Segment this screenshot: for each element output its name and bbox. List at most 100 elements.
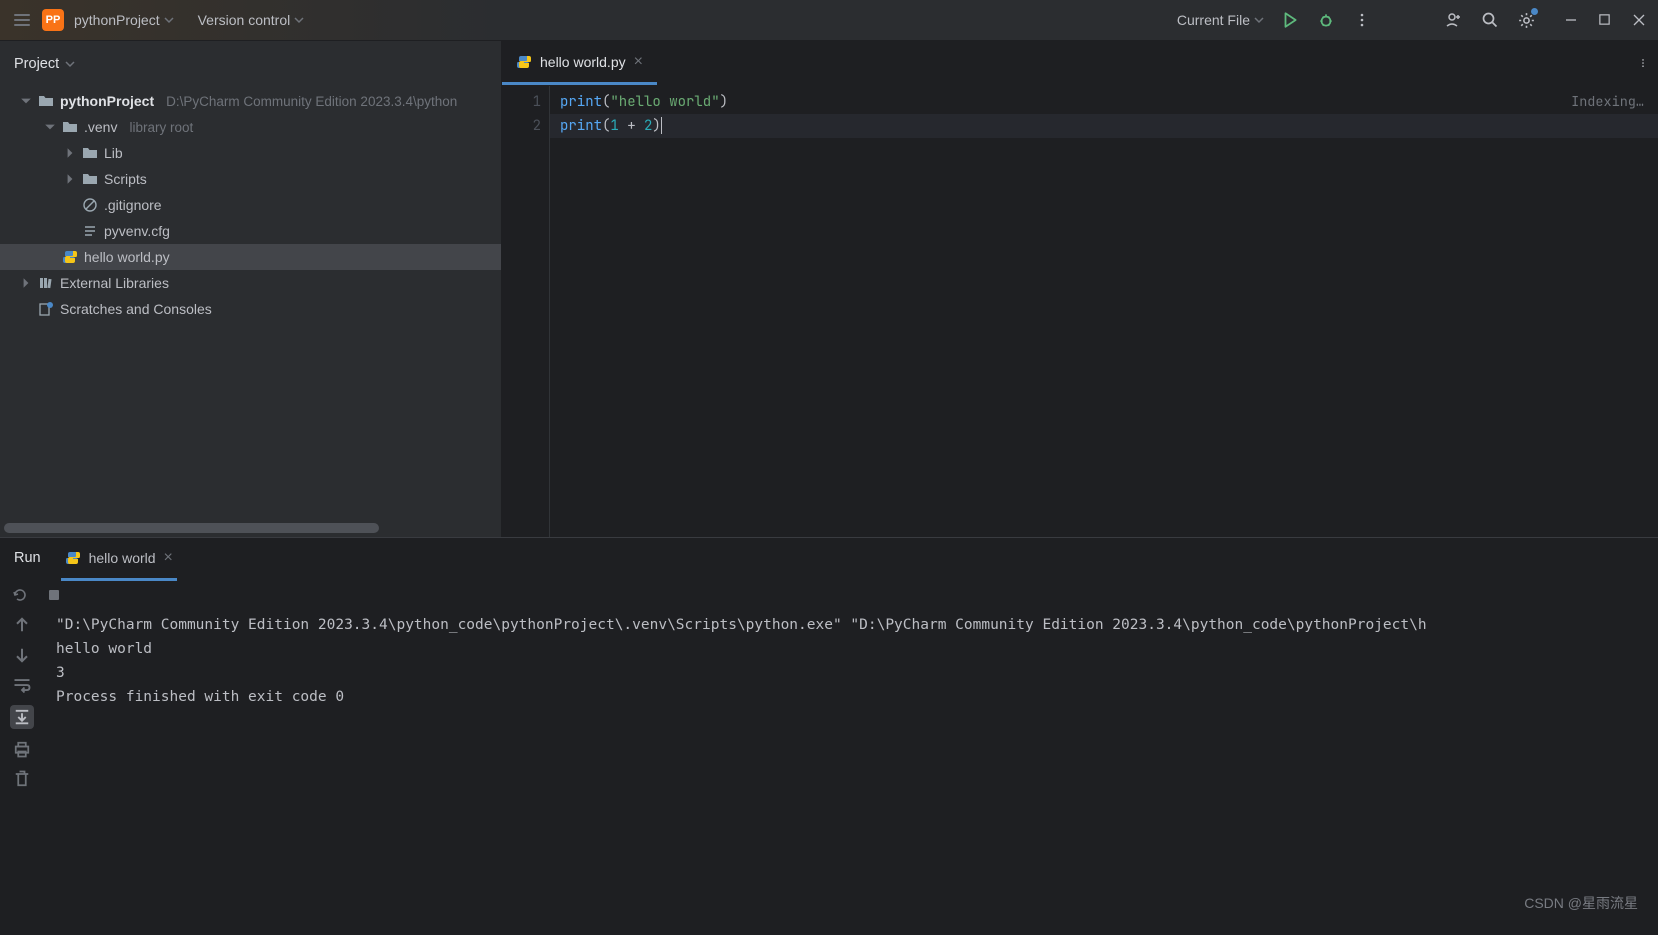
project-tool-window: Project pythonProject D:\PyCharm Communi…: [0, 41, 502, 537]
python-file-icon: [62, 249, 78, 265]
tree-row-scratches[interactable]: Scratches and Consoles: [0, 296, 501, 322]
run-config-selector[interactable]: Current File: [1177, 12, 1264, 28]
code-editor[interactable]: 1 2 print("hello world") print(1 + 2) In…: [502, 86, 1658, 537]
indexing-status: Indexing…: [1571, 90, 1644, 114]
tree-row-lib[interactable]: Lib: [0, 140, 501, 166]
pyvenv-label: pyvenv.cfg: [104, 223, 170, 239]
code-line: print("hello world"): [560, 90, 1658, 114]
project-name-label: pythonProject: [74, 12, 160, 28]
more-vertical-icon: [1354, 12, 1370, 28]
python-file-icon: [516, 54, 532, 70]
hello-py-label: hello world.py: [84, 249, 170, 265]
venv-label: .venv: [84, 119, 117, 135]
chevron-down-icon: [294, 15, 304, 25]
run-toolbar: [0, 581, 1658, 609]
scratches-icon: [38, 301, 54, 317]
run-tab-hello[interactable]: hello world ×: [61, 538, 177, 581]
scroll-to-end-button[interactable]: [10, 705, 34, 729]
tree-row-venv[interactable]: .venv library root: [0, 114, 501, 140]
more-actions-button[interactable]: [1352, 10, 1372, 30]
code-line: print(1 + 2): [550, 114, 1658, 138]
tree-row-scripts[interactable]: Scripts: [0, 166, 501, 192]
run-config-label: Current File: [1177, 12, 1250, 28]
library-icon: [38, 275, 54, 291]
down-stack-button[interactable]: [12, 645, 32, 665]
print-button[interactable]: [12, 739, 32, 759]
line-number: 2: [502, 114, 541, 138]
person-plus-icon: [1445, 11, 1463, 29]
search-icon: [1481, 11, 1499, 29]
line-gutter: 1 2: [502, 86, 550, 537]
run-panel-title: Run: [14, 550, 41, 569]
soft-wrap-button[interactable]: [12, 675, 32, 695]
ignore-file-icon: [82, 197, 98, 213]
chevron-down-icon: [65, 59, 75, 69]
run-tool-window: Run hello world × "D:\PyCharm Community …: [0, 537, 1658, 817]
chevron-right-icon: [20, 277, 32, 289]
rerun-icon: [12, 587, 28, 603]
gitignore-label: .gitignore: [104, 197, 162, 213]
editor-more-button[interactable]: [1638, 53, 1658, 73]
search-everywhere-button[interactable]: [1480, 10, 1500, 30]
arrow-down-icon: [12, 645, 32, 665]
tree-row-root[interactable]: pythonProject D:\PyCharm Community Editi…: [0, 88, 501, 114]
tree-row-pyvenv[interactable]: pyvenv.cfg: [0, 218, 501, 244]
project-tree: pythonProject D:\PyCharm Community Editi…: [0, 86, 501, 537]
clear-all-button[interactable]: [12, 769, 32, 789]
rerun-button[interactable]: [10, 585, 30, 605]
run-button[interactable]: [1280, 10, 1300, 30]
version-control-menu[interactable]: Version control: [198, 12, 305, 28]
run-tab-close[interactable]: ×: [164, 549, 173, 567]
caret: [661, 117, 662, 134]
notification-dot: [1531, 8, 1538, 15]
code-with-me-button[interactable]: [1444, 10, 1464, 30]
folder-icon: [82, 171, 98, 187]
chevron-down-icon: [1254, 15, 1264, 25]
project-panel-title: Project: [14, 56, 59, 72]
editor: hello world.py × 1 2 print("hello world"…: [502, 41, 1658, 537]
arrow-up-icon: [12, 615, 32, 635]
trash-icon: [12, 769, 32, 789]
chevron-right-icon: [64, 173, 76, 185]
bug-icon: [1317, 11, 1335, 29]
tree-row-hello-py[interactable]: hello world.py: [0, 244, 501, 270]
minimize-button[interactable]: [1564, 13, 1578, 27]
project-panel-header[interactable]: Project: [0, 41, 501, 86]
console-line: hello world: [56, 637, 1658, 661]
scripts-label: Scripts: [104, 171, 147, 187]
title-bar: PP pythonProject Version control Current…: [0, 0, 1658, 41]
run-tab-label: hello world: [89, 550, 156, 566]
tree-row-gitignore[interactable]: .gitignore: [0, 192, 501, 218]
lib-label: Lib: [104, 145, 123, 161]
maximize-button[interactable]: [1598, 13, 1612, 27]
editor-tab-hello[interactable]: hello world.py ×: [502, 41, 657, 85]
more-vertical-icon: [1638, 55, 1648, 71]
main-menu-icon[interactable]: [12, 10, 32, 30]
stop-button[interactable]: [44, 585, 64, 605]
project-badge: PP: [42, 9, 64, 31]
folder-icon: [38, 93, 54, 109]
settings-button[interactable]: [1516, 10, 1536, 30]
console-output[interactable]: "D:\PyCharm Community Edition 2023.3.4\p…: [44, 609, 1658, 817]
editor-tabs: hello world.py ×: [502, 41, 1658, 86]
debug-button[interactable]: [1316, 10, 1336, 30]
tab-close-button[interactable]: ×: [634, 53, 643, 71]
play-icon: [1281, 11, 1299, 29]
project-selector[interactable]: pythonProject: [74, 12, 174, 28]
line-number: 1: [502, 90, 541, 114]
close-icon: [1632, 13, 1646, 27]
run-panel-header: Run hello world ×: [0, 538, 1658, 581]
project-scroll-thumb[interactable]: [4, 523, 379, 533]
library-root-hint: library root: [129, 120, 193, 135]
tree-row-external-libs[interactable]: External Libraries: [0, 270, 501, 296]
chevron-down-icon: [164, 15, 174, 25]
external-libs-label: External Libraries: [60, 275, 169, 291]
text-file-icon: [82, 223, 98, 239]
up-stack-button[interactable]: [12, 615, 32, 635]
print-icon: [12, 739, 32, 759]
project-root-label: pythonProject: [60, 93, 154, 109]
python-file-icon: [65, 550, 81, 566]
close-button[interactable]: [1632, 13, 1646, 27]
project-root-path: D:\PyCharm Community Edition 2023.3.4\py…: [166, 94, 457, 109]
console-line: 3: [56, 661, 1658, 685]
